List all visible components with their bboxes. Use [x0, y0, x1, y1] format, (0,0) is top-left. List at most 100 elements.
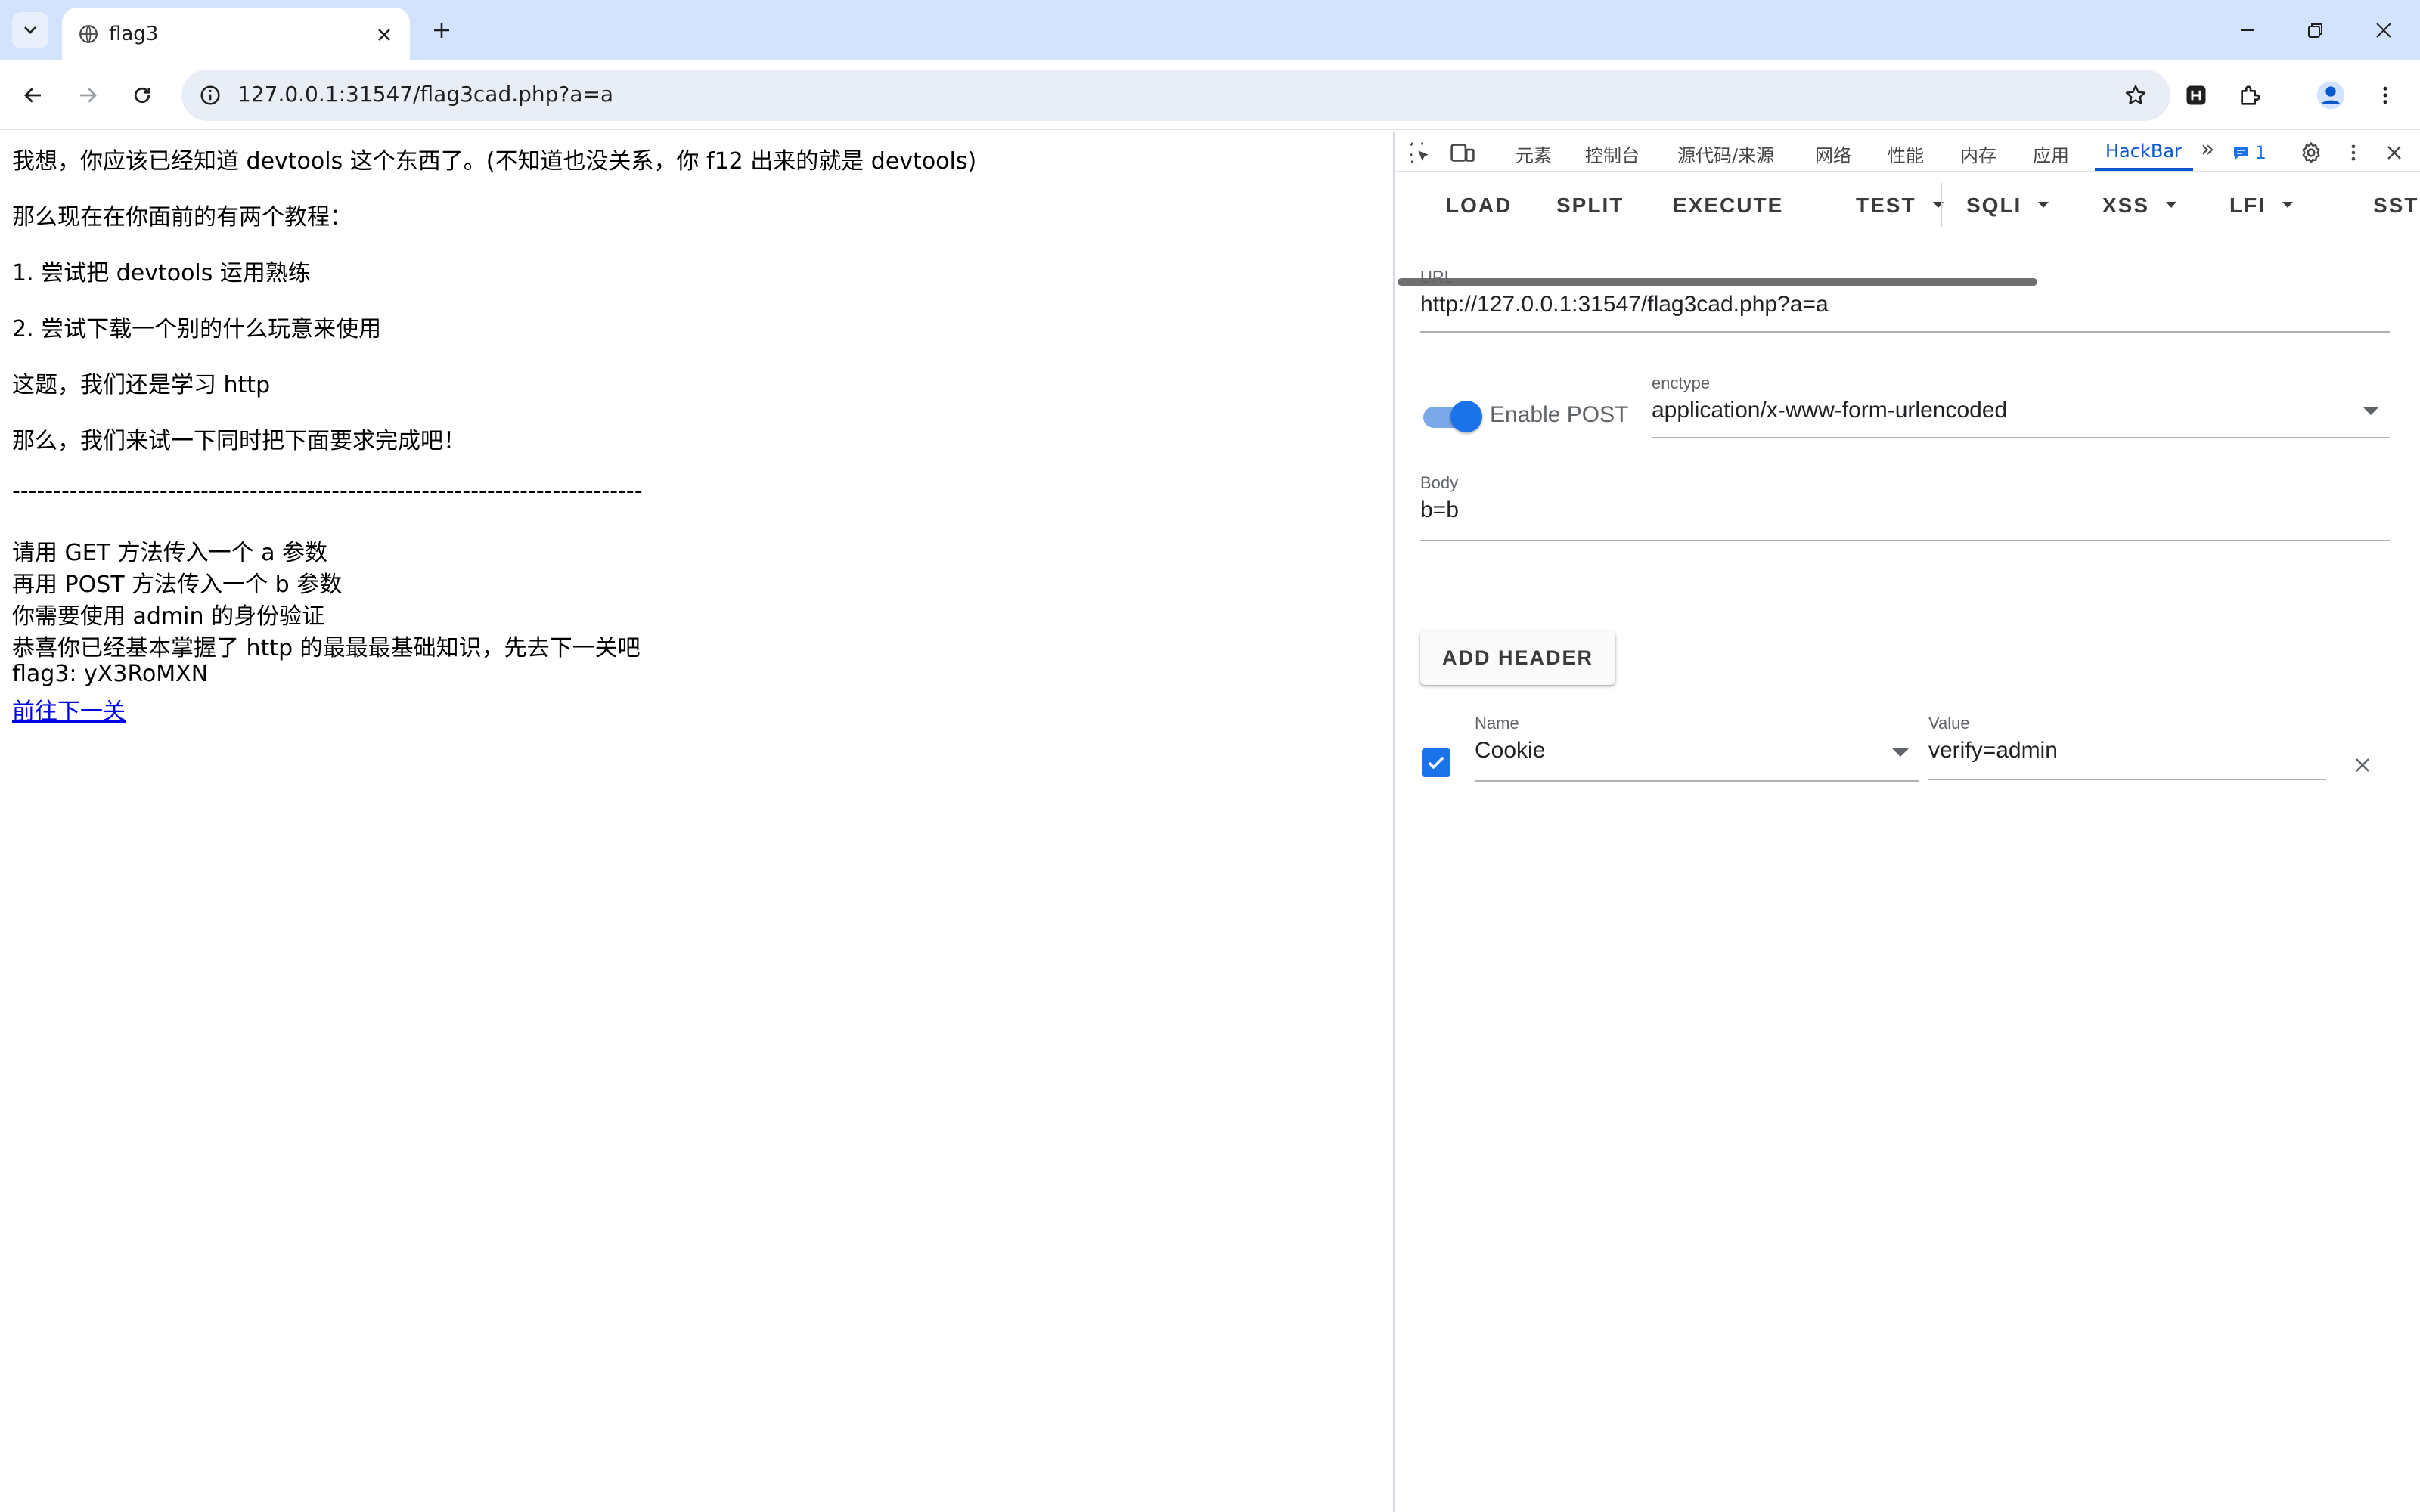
close-icon — [2387, 146, 2401, 160]
device-toolbar-icon[interactable] — [1447, 138, 1478, 168]
url-field-underline — [1420, 331, 2390, 333]
active-tab-indicator — [2095, 168, 2193, 171]
enable-post-label: Enable POST — [1490, 402, 1629, 427]
tab-search-button[interactable] — [12, 12, 48, 48]
chevron-down-icon — [24, 26, 36, 34]
page-content: 我想，你应该已经知道 devtools 这个东西了。(不知道也没关系，你 f12… — [0, 132, 1393, 1512]
test-label: TEST — [1856, 194, 1916, 217]
header-name-underline — [1475, 780, 1919, 782]
bookmark-star-icon[interactable] — [2118, 77, 2154, 113]
devtools-tab-bar: 元素 控制台 源代码/来源 网络 性能 内存 应用 HackBar » 1 — [1395, 132, 2420, 172]
chevron-down-icon — [2363, 407, 2379, 415]
enctype-label: enctype — [1652, 373, 1711, 392]
caret-down-icon — [2038, 201, 2049, 208]
more-tabs-button[interactable]: » — [2201, 136, 2214, 163]
body-field[interactable]: Body b=b — [1420, 473, 2390, 541]
restore-icon — [2308, 23, 2322, 38]
globe-icon — [79, 24, 98, 47]
devtools-close-button[interactable] — [2379, 138, 2409, 168]
lfi-label: LFI — [2229, 194, 2266, 217]
remove-header-button[interactable] — [2349, 751, 2376, 779]
address-bar[interactable]: 127.0.0.1:31547/flag3cad.php?a=a — [182, 70, 2170, 121]
window-close-button[interactable] — [2363, 12, 2405, 48]
checkmark-icon — [1428, 756, 1444, 770]
body-field-value[interactable]: b=b — [1420, 497, 2390, 523]
next-level-paragraph: 前往下一关 — [12, 692, 126, 726]
page-text-line: 这题，我们还是学习 http — [12, 372, 271, 398]
test-menu-button[interactable]: TEST — [1856, 194, 1944, 218]
page-text-line: 再用 POST 方法传入一个 b 参数 — [12, 572, 343, 598]
enable-post-toggle[interactable] — [1423, 401, 1482, 432]
body-field-label: Body — [1420, 473, 1459, 492]
ssti-menu-button[interactable]: SSTI — [2373, 194, 2420, 218]
hackbar-toolbar: LOAD SPLIT EXECUTE TEST SQLI XSS LFI SST… — [1395, 174, 2420, 286]
url-field-label: URL — [1420, 268, 1454, 287]
sqli-menu-button[interactable]: SQLI — [1966, 194, 2049, 218]
new-tab-button[interactable] — [427, 15, 457, 45]
header-name-value[interactable]: Cookie — [1475, 738, 1919, 764]
xss-label: XSS — [2102, 194, 2150, 217]
page-divider-text: ----------------------------------------… — [12, 478, 643, 504]
issues-icon — [2234, 147, 2248, 160]
url-field-value[interactable]: http://127.0.0.1:31547/flag3cad.php?a=a — [1420, 292, 2390, 318]
next-level-link[interactable]: 前往下一关 — [12, 699, 126, 725]
reload-button[interactable] — [124, 77, 160, 113]
close-icon — [2356, 758, 2369, 772]
browser-menu-icon[interactable] — [2367, 77, 2403, 113]
hackbar-extension-icon[interactable] — [2178, 77, 2214, 113]
tab-close-button[interactable] — [371, 21, 398, 48]
devtools-tab-performance[interactable]: 性能 — [1888, 141, 1924, 167]
close-icon — [2376, 23, 2391, 38]
devtools-settings-icon[interactable] — [2296, 138, 2326, 168]
devtools-tab-elements[interactable]: 元素 — [1516, 141, 1552, 167]
add-header-button[interactable]: ADD HEADER — [1420, 631, 1615, 685]
header-value-underline — [1928, 779, 2326, 780]
page-text-line: 1. 尝试把 devtools 运用熟练 — [12, 260, 311, 287]
minimize-icon — [2241, 29, 2254, 31]
restore-button[interactable] — [2294, 12, 2337, 48]
browser-tab[interactable]: flag3 — [62, 8, 410, 60]
devtools-tab-console[interactable]: 控制台 — [1585, 141, 1640, 167]
flag-text: flag3: yX3RoMXN — [12, 661, 209, 687]
caret-down-icon — [2166, 201, 2177, 208]
page-text-line: 你需要使用 admin 的身份验证 — [12, 603, 325, 630]
inspect-element-icon[interactable] — [1405, 138, 1435, 168]
devtools-menu-icon[interactable] — [2338, 138, 2369, 168]
minimize-button[interactable] — [2226, 12, 2269, 48]
site-info-icon[interactable] — [192, 77, 228, 113]
devtools-tab-application[interactable]: 应用 — [2033, 141, 2069, 167]
forward-button[interactable] — [70, 77, 106, 113]
devtools-tab-sources[interactable]: 源代码/来源 — [1677, 141, 1774, 167]
header-value-label: Value — [1928, 714, 1970, 733]
gear-icon — [2302, 142, 2320, 163]
extensions-puzzle-icon[interactable] — [2232, 77, 2269, 113]
load-button[interactable]: LOAD — [1446, 194, 1512, 218]
devtools-tab-memory[interactable]: 内存 — [1960, 141, 1996, 167]
url-field[interactable]: URL http://127.0.0.1:31547/flag3cad.php?… — [1420, 268, 2390, 333]
header-value-field[interactable]: Value verify=admin — [1928, 714, 2326, 780]
lfi-menu-button[interactable]: LFI — [2229, 194, 2293, 218]
tab-strip: flag3 — [0, 0, 2420, 60]
address-url[interactable]: 127.0.0.1:31547/flag3cad.php?a=a — [237, 82, 613, 107]
header-name-select[interactable]: Name Cookie — [1475, 714, 1919, 782]
back-button[interactable] — [15, 77, 51, 113]
page-text-line: 我想，你应该已经知道 devtools 这个东西了。(不知道也没关系，你 f12… — [12, 148, 977, 175]
profile-avatar[interactable] — [2313, 77, 2349, 113]
arrow-right-icon — [80, 88, 97, 103]
split-button[interactable]: SPLIT — [1556, 194, 1624, 218]
page-text-line: 那么，我们来试一下同时把下面要求完成吧！ — [12, 428, 466, 454]
header-enabled-checkbox[interactable] — [1422, 748, 1450, 777]
sqli-label: SQLI — [1966, 194, 2022, 217]
execute-button[interactable]: EXECUTE — [1673, 194, 1783, 218]
close-icon — [378, 29, 390, 41]
header-name-label: Name — [1475, 714, 1519, 733]
xss-menu-button[interactable]: XSS — [2102, 194, 2177, 218]
issues-button[interactable]: 1 — [2232, 142, 2266, 163]
page-text-line: 请用 GET 方法传入一个 a 参数 — [12, 540, 328, 566]
enctype-select[interactable]: enctype application/x-www-form-urlencode… — [1652, 373, 2390, 438]
header-value-value[interactable]: verify=admin — [1928, 738, 2326, 764]
issues-count: 1 — [2254, 142, 2266, 163]
devtools-tab-hackbar[interactable]: HackBar — [2105, 141, 2182, 162]
arrow-left-icon — [24, 88, 41, 103]
devtools-tab-network[interactable]: 网络 — [1815, 141, 1851, 167]
